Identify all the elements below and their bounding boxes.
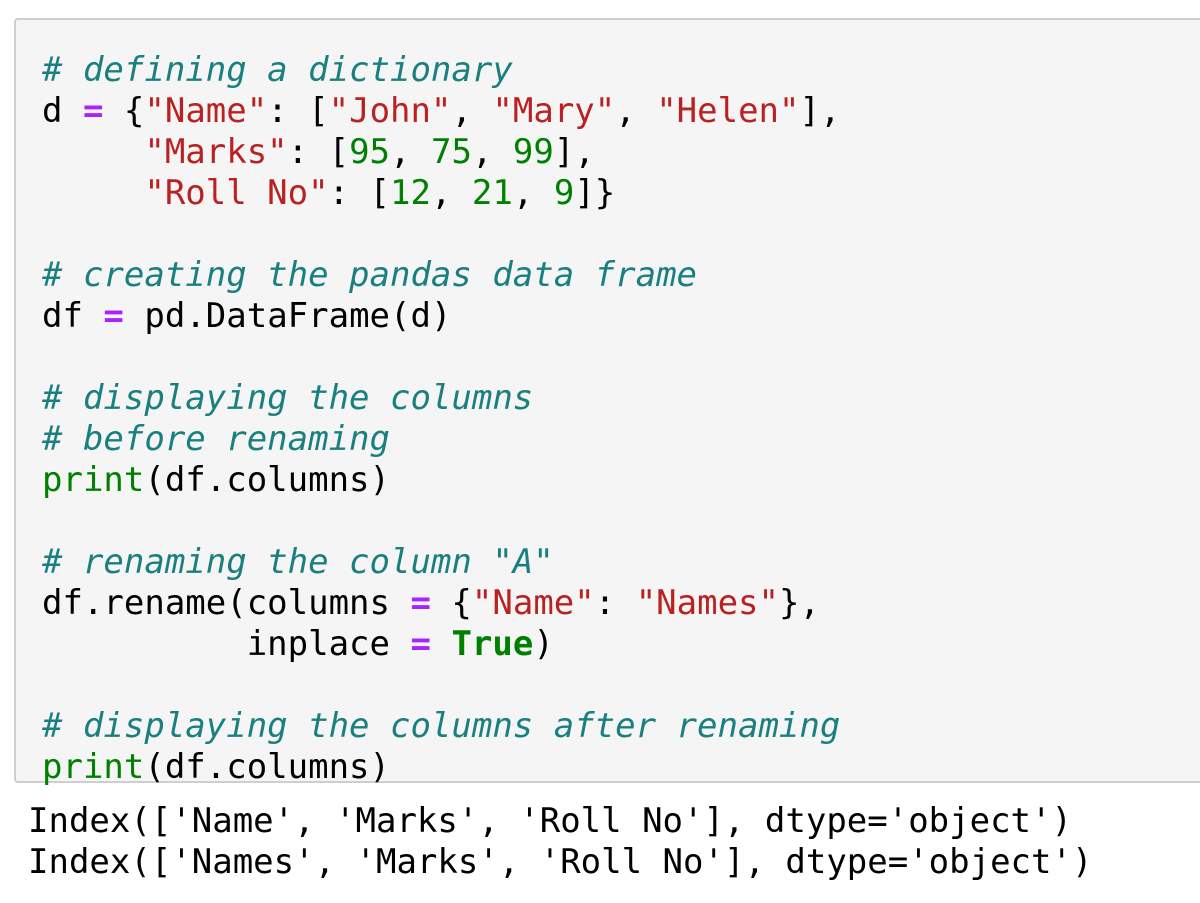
code-text: , [390, 132, 431, 172]
code-text: { [430, 583, 472, 623]
code-text: df [42, 296, 104, 336]
code-text: }, [778, 583, 820, 623]
string-literal: "John" [328, 91, 452, 131]
builtin-function: print [42, 460, 145, 500]
code-line: # displaying the columns [42, 378, 840, 419]
notebook-page: # defining a dictionary d = {"Name": ["Jo… [0, 0, 1200, 903]
string-literal: "Mary" [492, 91, 616, 131]
code-text: (df.columns) [144, 460, 390, 500]
code-text: { [103, 91, 145, 131]
operator: = [410, 583, 431, 623]
code-text: ], [553, 132, 595, 172]
builtin-function: print [42, 747, 145, 787]
code-text: d [42, 91, 83, 131]
code-line: "Roll No": [12, 21, 9]} [42, 173, 840, 214]
operator: = [82, 91, 104, 131]
operator: = [410, 624, 431, 664]
code-editor[interactable]: # defining a dictionary d = {"Name": ["Jo… [42, 50, 840, 788]
number-literal: 21 [471, 173, 513, 213]
comment: # creating the pandas data frame [42, 255, 698, 295]
code-line: # before renaming [42, 419, 840, 460]
comment: # displaying the columns [42, 378, 534, 418]
string-literal: "Name" [144, 91, 268, 131]
code-line: # creating the pandas data frame [42, 255, 840, 296]
comment: # defining a dictionary [42, 50, 513, 90]
code-text: , [512, 173, 554, 213]
code-line: print(df.columns) [42, 747, 840, 788]
string-literal: "Marks" [144, 132, 288, 172]
output-line: Index(['Name', 'Marks', 'Roll No'], dtyp… [28, 801, 1072, 841]
code-line: inplace = True) [42, 624, 840, 665]
string-literal: "Names" [635, 583, 779, 623]
string-literal: "Roll No" [144, 173, 329, 213]
code-text: ) [533, 624, 554, 664]
code-text: pd.DataFrame(d) [123, 296, 452, 336]
code-line: print(df.columns) [42, 460, 840, 501]
code-text: df.rename(columns [42, 583, 411, 623]
code-text: , [471, 132, 513, 172]
code-text: : [ [328, 173, 391, 213]
keyword: True [451, 624, 534, 664]
code-text: ], [799, 91, 841, 131]
code-line: df = pd.DataFrame(d) [42, 296, 840, 337]
code-line: # defining a dictionary [42, 50, 840, 91]
comment: # displaying the columns after renaming [42, 706, 841, 746]
code-text: , [451, 91, 493, 131]
operator: = [103, 296, 124, 336]
code-line: # renaming the column "A" [42, 542, 840, 583]
comment: # before renaming [42, 419, 390, 459]
code-line: "Marks": [95, 75, 99], [42, 132, 840, 173]
code-text: : [ [287, 132, 350, 172]
code-text: : [594, 583, 636, 623]
number-literal: 95 [349, 132, 391, 172]
string-literal: "Name" [471, 583, 595, 623]
comment: # renaming the column "A" [42, 542, 554, 582]
string-literal: "Helen" [656, 91, 800, 131]
number-literal: 75 [430, 132, 472, 172]
number-literal: 12 [390, 173, 431, 213]
cell-output: Index(['Name', 'Marks', 'Roll No'], dtyp… [28, 801, 1092, 883]
number-literal: 99 [512, 132, 554, 172]
code-text: (df.columns) [144, 747, 390, 787]
code-line: # displaying the columns after renaming [42, 706, 840, 747]
code-text: , [615, 91, 657, 131]
code-text: ]} [574, 173, 616, 213]
code-text: : [ [267, 91, 329, 131]
code-line: d = {"Name": ["John", "Mary", "Helen"], [42, 91, 840, 132]
code-line: df.rename(columns = {"Name": "Names"}, [42, 583, 840, 624]
code-cell[interactable]: # defining a dictionary d = {"Name": ["Jo… [14, 18, 1200, 787]
code-text: inplace [246, 624, 411, 664]
output-line: Index(['Names', 'Marks', 'Roll No'], dty… [28, 842, 1093, 882]
code-text: , [430, 173, 472, 213]
number-literal: 9 [553, 173, 575, 213]
